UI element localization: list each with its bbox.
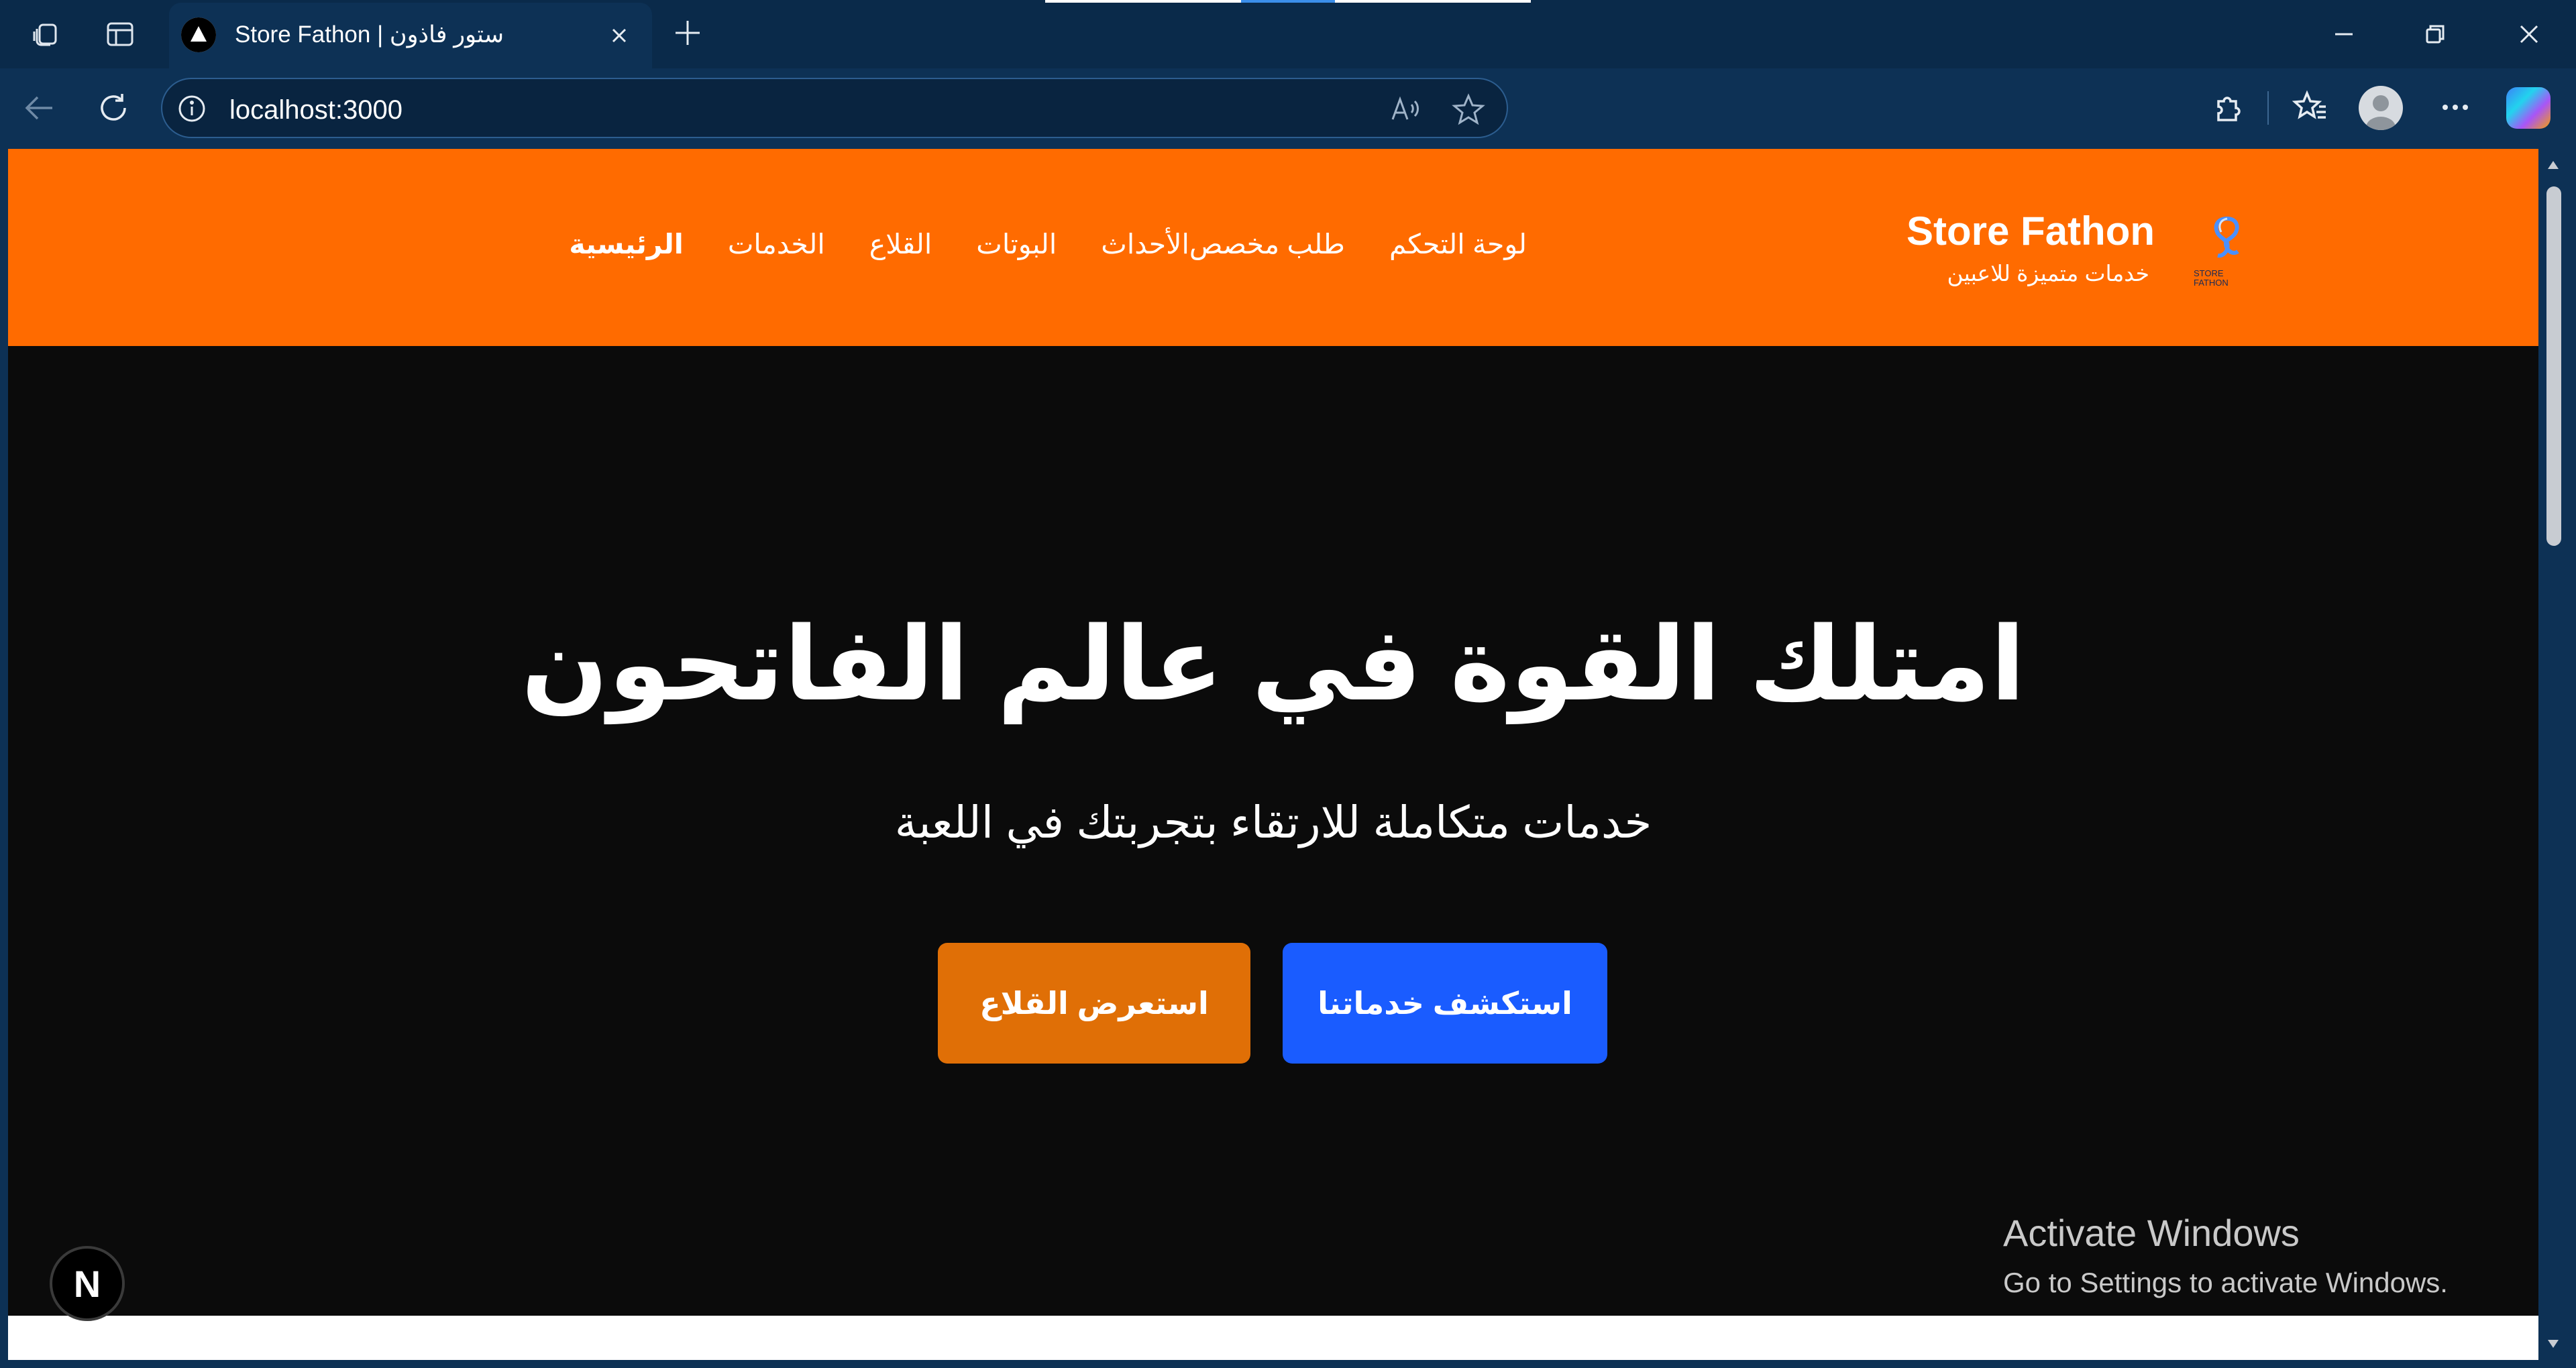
hero-subtitle: خدمات متكاملة للارتقاء بتجربتك في اللعبة xyxy=(894,797,1652,847)
nav-services[interactable]: الخدمات xyxy=(728,228,825,260)
nav-castles[interactable]: القلاع xyxy=(869,228,932,260)
brand-name[interactable]: Store Fathon xyxy=(1907,208,2155,254)
read-aloud-icon[interactable] xyxy=(1387,91,1424,127)
browser-toolbar: localhost:3000 xyxy=(0,68,2576,146)
address-text[interactable]: localhost:3000 xyxy=(229,95,402,125)
tab-title: Store Fathon | ستور فاذون xyxy=(235,21,504,48)
tab-close-icon[interactable] xyxy=(602,19,636,52)
active-tab[interactable]: Store Fathon | ستور فاذون xyxy=(169,3,652,68)
browse-castles-button[interactable]: استعرض القلاع xyxy=(938,943,1250,1064)
nextjs-dev-badge[interactable]: N xyxy=(50,1246,125,1321)
minimize-icon[interactable] xyxy=(2324,15,2364,54)
nav-events[interactable]: الأحداث xyxy=(1101,228,1189,260)
restore-icon[interactable] xyxy=(2415,15,2455,54)
next-section-edge xyxy=(8,1316,2538,1360)
main-nav: الرئيسية الخدمات القلاع البوتات الأحداث … xyxy=(569,228,1527,260)
nav-custom-request[interactable]: طلب مخصص xyxy=(1189,228,1345,260)
svg-text:STORE: STORE xyxy=(2194,268,2224,278)
nav-dashboard[interactable]: لوحة التحكم xyxy=(1389,228,1527,260)
favorite-star-icon[interactable] xyxy=(1450,91,1487,127)
windows-activation-watermark: Activate Windows Go to Settings to activ… xyxy=(2003,1211,2448,1299)
loading-strip xyxy=(1045,0,1241,3)
refresh-icon[interactable] xyxy=(90,84,137,131)
hero-title: امتلك القوة في عالم الفاتحون xyxy=(521,608,2026,722)
toolbar-divider xyxy=(2267,91,2269,125)
page-viewport: STORE FATHON Store Fathon خدمات متميزة ل… xyxy=(8,149,2538,1360)
scroll-down-icon[interactable] xyxy=(2545,1336,2561,1352)
browser-title-bar: Store Fathon | ستور فاذون xyxy=(0,0,2576,68)
extensions-icon[interactable] xyxy=(2207,86,2250,129)
workspaces-icon[interactable] xyxy=(27,15,66,54)
address-bar[interactable]: localhost:3000 xyxy=(161,78,1508,138)
store-logo-icon[interactable]: STORE FATHON xyxy=(2187,209,2251,290)
brand-tagline: خدمات متميزة للاعبين xyxy=(1947,261,2150,286)
page-scrollbar[interactable] xyxy=(2538,149,2568,1360)
scroll-thumb[interactable] xyxy=(2546,186,2561,546)
profile-icon[interactable] xyxy=(2359,86,2403,130)
nextjs-favicon-icon xyxy=(181,17,216,52)
loading-strip-end xyxy=(1335,0,1531,3)
scroll-up-icon[interactable] xyxy=(2545,157,2561,173)
favorites-icon[interactable] xyxy=(2289,86,2332,129)
back-icon[interactable] xyxy=(16,84,63,131)
nav-bots[interactable]: البوتات xyxy=(976,228,1057,260)
svg-text:FATHON: FATHON xyxy=(2194,278,2229,288)
activate-subtitle: Go to Settings to activate Windows. xyxy=(2003,1267,2448,1298)
nav-home[interactable]: الرئيسية xyxy=(569,228,683,260)
loading-strip-accent xyxy=(1241,0,1335,3)
copilot-icon[interactable] xyxy=(2506,87,2551,129)
tab-actions-icon[interactable] xyxy=(101,15,140,54)
activate-title: Activate Windows xyxy=(2003,1212,2300,1254)
new-tab-icon[interactable] xyxy=(668,13,707,52)
close-window-icon[interactable] xyxy=(2509,15,2549,54)
more-icon[interactable] xyxy=(2434,86,2477,129)
explore-services-button[interactable]: استكشف خدماتنا xyxy=(1283,943,1607,1064)
site-info-icon[interactable] xyxy=(176,93,208,125)
site-header: STORE FATHON Store Fathon خدمات متميزة ل… xyxy=(8,149,2538,346)
